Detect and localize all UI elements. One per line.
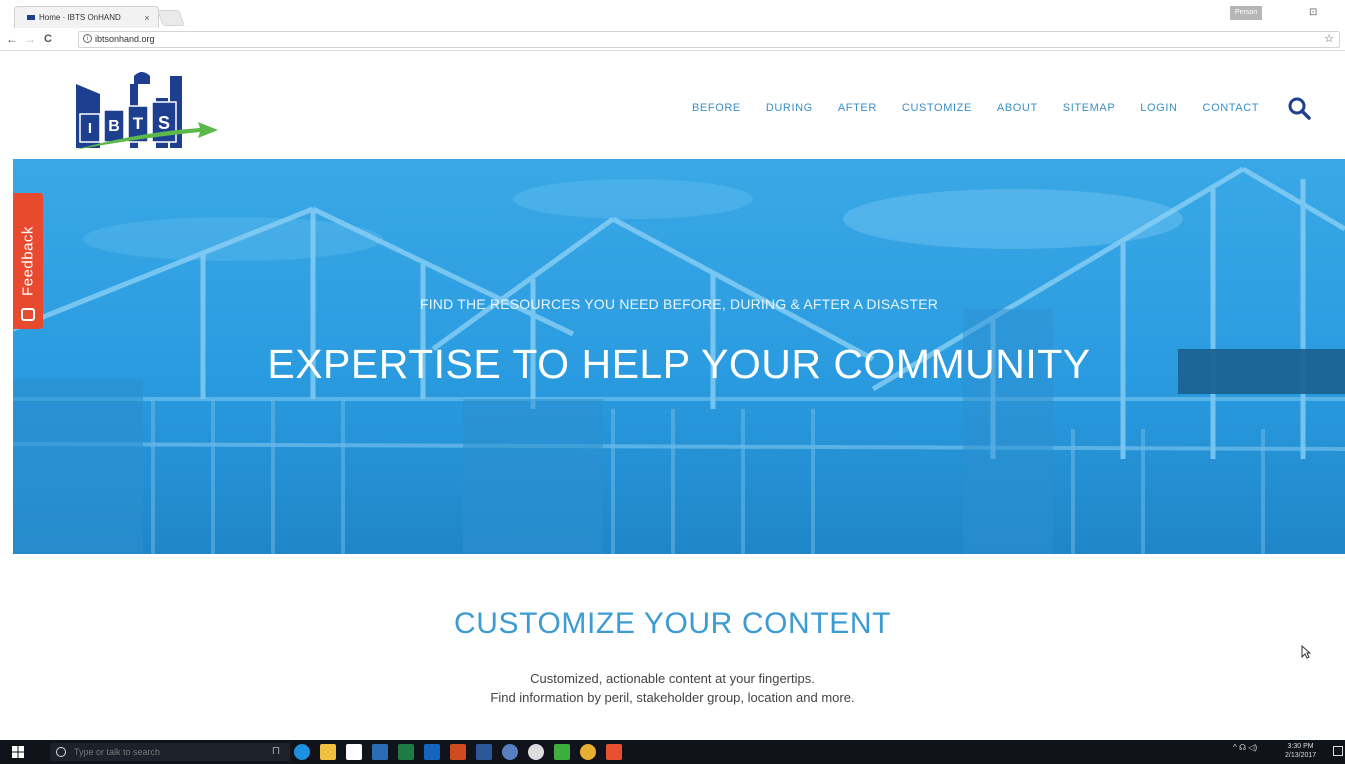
file-explorer-icon[interactable] <box>320 744 336 760</box>
taskbar-clock[interactable]: 3:30 PM 2/13/2017 <box>1285 742 1316 760</box>
action-center-icon[interactable] <box>1333 746 1343 756</box>
hero-banner: FIND THE RESOURCES YOU NEED BEFORE, DURI… <box>13 159 1345 554</box>
settings-gear-icon[interactable] <box>528 744 544 760</box>
nav-before[interactable]: BEFORE <box>692 102 741 114</box>
taskbar-apps: ⊓ <box>268 744 622 760</box>
hero-title: EXPERTISE TO HELP YOUR COMMUNITY <box>267 341 1091 387</box>
media-app-icon[interactable] <box>502 744 518 760</box>
nav-contact[interactable]: CONTACT <box>1203 102 1260 114</box>
taskbar-search-input[interactable]: Type or talk to search <box>50 743 290 761</box>
store-icon[interactable] <box>346 744 362 760</box>
ibts-logo[interactable]: I B T S <box>70 70 220 152</box>
nav-login[interactable]: LOGIN <box>1140 102 1177 114</box>
back-icon[interactable]: ← <box>6 32 18 46</box>
powerpoint-icon[interactable] <box>450 744 466 760</box>
section-text: Customized, actionable content at your f… <box>0 669 1345 707</box>
browser-toolbar: ← → C i ibtsonhand.org ☆ <box>0 29 1345 51</box>
main-nav: BEFORE DURING AFTER CUSTOMIZE ABOUT SITE… <box>692 102 1259 114</box>
site-favicon-icon <box>27 15 35 20</box>
chrome-icon[interactable] <box>580 744 596 760</box>
nav-during[interactable]: DURING <box>766 102 813 114</box>
nav-after[interactable]: AFTER <box>838 102 877 114</box>
tab-title: Home · IBTS OnHAND <box>39 13 121 22</box>
section-text-line: Find information by peril, stakeholder g… <box>490 690 855 705</box>
camtasia-icon[interactable] <box>554 744 570 760</box>
address-url: ibtsonhand.org <box>95 34 155 44</box>
browser-tab[interactable]: Home · IBTS OnHAND × <box>14 6 159 28</box>
system-tray[interactable]: ^ ☊ ◁) <box>1233 743 1257 752</box>
clock-time: 3:30 PM <box>1287 743 1314 750</box>
hero-subtitle: FIND THE RESOURCES YOU NEED BEFORE, DURI… <box>419 296 939 312</box>
windows-start-icon[interactable] <box>12 746 24 758</box>
recorder-icon[interactable] <box>606 744 622 760</box>
logo-letter: B <box>108 118 120 135</box>
section-title: CUSTOMIZE YOUR CONTENT <box>453 607 892 640</box>
feedback-label: Feedback <box>19 226 37 296</box>
photoshop-icon[interactable] <box>372 744 388 760</box>
bookmark-star-icon[interactable]: ☆ <box>1324 32 1334 47</box>
logo-letter: T <box>133 114 144 133</box>
forward-icon[interactable]: → <box>24 32 36 46</box>
search-icon[interactable] <box>1287 96 1311 120</box>
window-restore-icon[interactable]: ⊡ <box>1309 7 1317 18</box>
logo-letter: S <box>158 113 170 133</box>
new-tab-button[interactable] <box>157 10 185 26</box>
nav-about[interactable]: ABOUT <box>997 102 1038 114</box>
outlook-icon[interactable] <box>424 744 440 760</box>
cortana-icon <box>56 747 66 757</box>
tab-close-icon[interactable]: × <box>140 13 154 23</box>
nav-sitemap[interactable]: SITEMAP <box>1063 102 1116 114</box>
edge-browser-icon[interactable] <box>294 744 310 760</box>
task-view-icon[interactable]: ⊓ <box>268 744 284 760</box>
address-bar[interactable]: i ibtsonhand.org ☆ <box>78 31 1340 48</box>
nav-customize[interactable]: CUSTOMIZE <box>902 102 972 114</box>
excel-icon[interactable] <box>398 744 414 760</box>
site-header: I B T S BEFORE DURING AFTER CUSTOMIZE AB… <box>0 52 1345 159</box>
taskbar-search-placeholder: Type or talk to search <box>74 747 161 757</box>
window-profile-button[interactable]: Person <box>1230 6 1262 20</box>
browser-tabstrip: Home · IBTS OnHAND × Person ⊡ <box>0 0 1345 29</box>
section-text-line: Customized, actionable content at your f… <box>530 671 815 686</box>
logo-letter: I <box>88 120 92 137</box>
mouse-cursor-icon <box>1301 645 1311 659</box>
word-icon[interactable] <box>476 744 492 760</box>
windows-taskbar: Type or talk to search ⊓ ^ ☊ ◁) 3:30 PM … <box>0 740 1345 764</box>
clock-date: 2/13/2017 <box>1285 752 1317 759</box>
site-info-icon[interactable]: i <box>83 34 92 43</box>
speech-bubble-icon <box>21 308 35 321</box>
reload-icon[interactable]: C <box>44 32 52 46</box>
feedback-tab[interactable]: Feedback <box>13 193 43 329</box>
